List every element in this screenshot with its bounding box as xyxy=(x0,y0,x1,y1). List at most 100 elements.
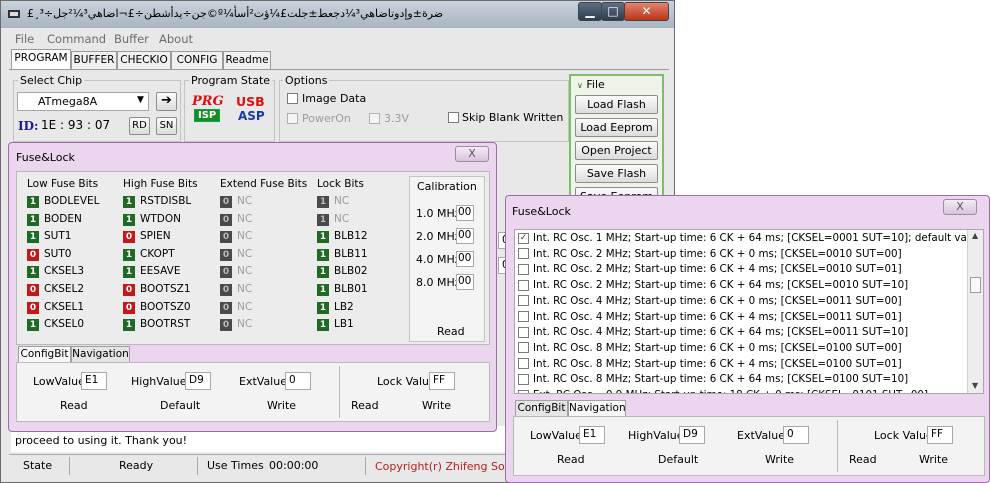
fuse-default-button[interactable]: Default xyxy=(160,399,200,412)
checkbox-checked[interactable]: ✓ xyxy=(518,232,529,244)
fuse-bit-toggle[interactable]: 1 xyxy=(317,266,329,279)
scroll-up-icon[interactable]: ▲ xyxy=(972,231,978,240)
clock-option-row[interactable]: Int. RC Osc. 4 MHz; Start-up time: 6 CK … xyxy=(518,294,902,310)
fuse-bit-toggle[interactable]: 1 xyxy=(123,248,135,261)
checkbox[interactable] xyxy=(518,373,529,385)
maximize-button[interactable]: □ xyxy=(601,2,625,21)
high-value-field[interactable]: D9 xyxy=(679,426,705,444)
clock-option-row[interactable]: ✓ Int. RC Osc. 1 MHz; Start-up time: 6 CK… xyxy=(518,231,983,247)
tab-checkio[interactable]: CHECKIO xyxy=(117,51,171,69)
fuse-bit-toggle[interactable]: 0 xyxy=(220,196,232,208)
load-eeprom-button[interactable]: Load Eeprom xyxy=(575,118,658,137)
tab-buffer[interactable]: BUFFER xyxy=(71,51,117,69)
tab-navigation[interactable]: Navigation xyxy=(71,346,130,363)
arrow-right-button[interactable]: ➔ xyxy=(156,92,177,111)
fuse-bit-toggle[interactable]: 0 xyxy=(123,231,135,244)
clock-option-row[interactable]: Int. RC Osc. 2 MHz; Start-up time: 6 CK … xyxy=(518,278,908,294)
close-icon[interactable]: X xyxy=(455,146,489,162)
rd-button[interactable]: RD xyxy=(129,117,150,135)
calibration-value-field[interactable]: 00 xyxy=(456,274,474,290)
fuse-bit-toggle[interactable]: 0 xyxy=(220,319,232,332)
high-value-field[interactable]: D9 xyxy=(185,372,211,390)
scroll-down-icon[interactable]: ▼ xyxy=(972,381,978,390)
clock-option-row[interactable]: Int. RC Osc. 2 MHz; Start-up time: 6 CK … xyxy=(518,247,902,263)
clock-option-row[interactable]: Int. RC Osc. 8 MHz; Start-up time: 6 CK … xyxy=(518,372,908,388)
minimize-button[interactable]: ▁ xyxy=(578,2,602,21)
tab-configbit[interactable]: ConfigBit xyxy=(18,346,71,363)
power-on-checkbox[interactable] xyxy=(287,113,298,124)
fuse-bit-toggle[interactable]: 1 xyxy=(317,301,329,314)
open-project-button[interactable]: Open Project xyxy=(575,141,658,160)
save-flash-button[interactable]: Save Flash xyxy=(575,164,658,183)
fuse-bit-toggle[interactable]: 0 xyxy=(27,248,39,261)
fuse-read-button[interactable]: Read xyxy=(60,399,88,412)
calibration-value-field[interactable]: 00 xyxy=(456,251,474,267)
fuse-bit-toggle[interactable]: 0 xyxy=(220,266,232,279)
menu-command[interactable]: Command xyxy=(47,32,106,46)
lock-read-button[interactable]: Read xyxy=(351,399,379,412)
image-data-checkbox[interactable] xyxy=(287,93,298,104)
fuse-bit-toggle[interactable]: 0 xyxy=(220,231,232,244)
list-scrollbar[interactable]: ▲ ▼ xyxy=(967,230,983,393)
menu-about[interactable]: About xyxy=(159,32,193,46)
fuse-bit-toggle[interactable]: 1 xyxy=(123,213,135,226)
sn-button[interactable]: SN xyxy=(156,117,177,135)
tab-program[interactable]: PROGRAM xyxy=(11,49,71,69)
checkbox[interactable] xyxy=(518,295,529,307)
close-button[interactable]: ✕ xyxy=(624,2,669,21)
clock-option-row[interactable]: Int. RC Osc. 2 MHz; Start-up time: 6 CK … xyxy=(518,262,902,278)
ext-value-field[interactable]: 0 xyxy=(783,426,809,444)
fuse-bit-toggle[interactable]: 1 xyxy=(317,231,329,244)
fuse-read-button[interactable]: Read xyxy=(557,453,585,466)
fuse-bit-toggle[interactable]: 1 xyxy=(317,319,329,332)
checkbox[interactable] xyxy=(518,326,529,338)
fuse-bit-toggle[interactable]: 1 xyxy=(123,319,135,332)
ext-value-field[interactable]: 0 xyxy=(285,372,311,390)
tab-navigation[interactable]: Navigation xyxy=(568,400,626,417)
checkbox[interactable] xyxy=(518,263,529,275)
fuse-bit-toggle[interactable]: 0 xyxy=(27,301,39,314)
lock-read-button[interactable]: Read xyxy=(849,453,877,466)
fuse-write-button[interactable]: Write xyxy=(765,453,794,466)
skip-blank-checkbox[interactable] xyxy=(448,112,459,123)
voltage-checkbox[interactable] xyxy=(369,113,380,124)
lock-write-button[interactable]: Write xyxy=(422,399,451,412)
fuse-bit-toggle[interactable]: 1 xyxy=(317,213,329,226)
clock-option-row[interactable]: Int. RC Osc. 8 MHz; Start-up time: 6 CK … xyxy=(518,357,902,373)
checkbox[interactable] xyxy=(518,342,529,354)
fuse-write-button[interactable]: Write xyxy=(267,399,296,412)
clock-option-row[interactable]: Int. RC Osc. 4 MHz; Start-up time: 6 CK … xyxy=(518,310,902,326)
clock-option-list[interactable]: ✓ Int. RC Osc. 1 MHz; Start-up time: 6 CK… xyxy=(514,229,984,394)
fuse-bit-toggle[interactable]: 1 xyxy=(27,319,39,332)
tab-configbit[interactable]: ConfigBit xyxy=(515,400,568,417)
clock-option-row[interactable]: Int. RC Osc. 4 MHz; Start-up time: 6 CK … xyxy=(518,325,908,341)
menu-buffer[interactable]: Buffer xyxy=(114,32,149,46)
lock-value-field[interactable]: FF xyxy=(429,372,455,390)
scrollbar-thumb[interactable] xyxy=(970,277,981,293)
calibration-read-button[interactable]: Read xyxy=(437,325,465,338)
clock-option-row[interactable]: Int. RC Osc. 8 MHz; Start-up time: 6 CK … xyxy=(518,341,902,357)
fuse-bit-toggle[interactable]: 1 xyxy=(27,213,39,226)
close-icon[interactable]: X xyxy=(943,199,977,215)
fuse-bit-toggle[interactable]: 1 xyxy=(27,231,39,244)
fuse-bit-toggle[interactable]: 0 xyxy=(220,248,232,261)
fuse-bit-toggle[interactable]: 1 xyxy=(317,196,329,208)
tab-readme[interactable]: Readme xyxy=(223,51,271,69)
fuse-bit-toggle[interactable]: 1 xyxy=(27,266,39,279)
fuse-bit-toggle[interactable]: 0 xyxy=(220,213,232,226)
calibration-value-field[interactable]: 00 xyxy=(456,228,474,244)
checkbox[interactable] xyxy=(518,248,529,260)
low-value-field[interactable]: E1 xyxy=(579,426,605,444)
lock-value-field[interactable]: FF xyxy=(927,426,953,444)
load-flash-button[interactable]: Load Flash xyxy=(575,95,658,114)
clock-option-row[interactable]: Ext. RC Osc. - 0.9 MHz; Start-up time: 1… xyxy=(518,388,928,393)
fuse-bit-toggle[interactable]: 1 xyxy=(123,196,135,208)
chip-select[interactable]: ATmega8A ▼ xyxy=(17,92,149,111)
fuse-bit-toggle[interactable]: 0 xyxy=(123,284,135,296)
calibration-value-field[interactable]: 00 xyxy=(456,205,474,221)
tab-config[interactable]: CONFIG xyxy=(171,51,223,69)
menu-file[interactable]: File xyxy=(15,32,34,46)
fuse-bit-toggle[interactable]: 0 xyxy=(27,284,39,296)
checkbox[interactable] xyxy=(518,311,529,322)
lock-write-button[interactable]: Write xyxy=(919,453,948,466)
